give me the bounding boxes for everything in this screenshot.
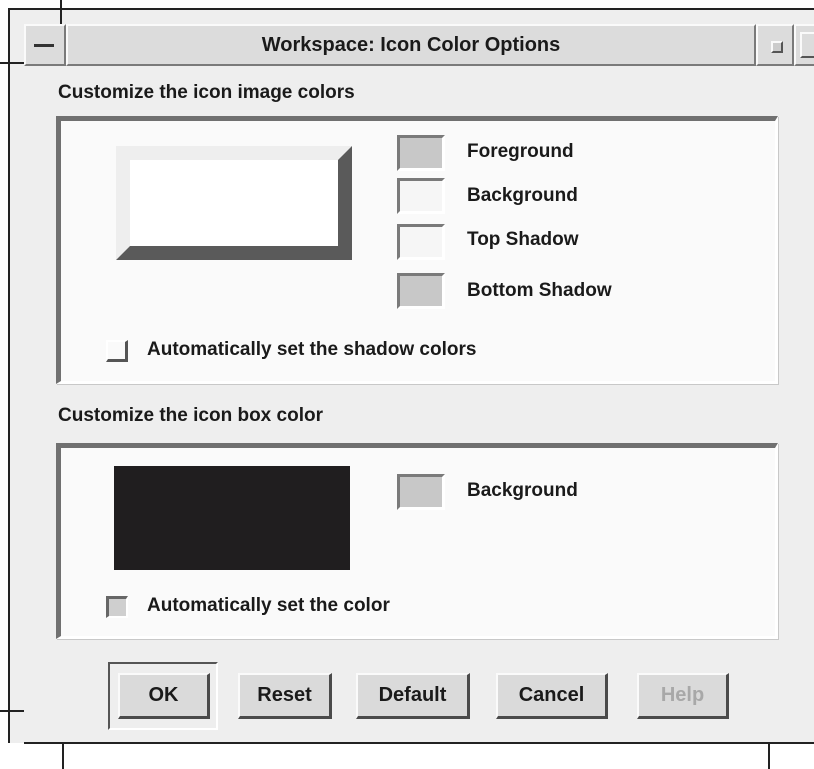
auto-shadow-checkbox[interactable] — [106, 340, 128, 362]
frame-resize-handle-bottom-left[interactable] — [62, 744, 64, 769]
minimize-button[interactable] — [756, 24, 794, 66]
window-menu-button[interactable] — [24, 24, 66, 66]
auto-color-label[interactable]: Automatically set the color — [147, 595, 390, 617]
default-button[interactable]: Default — [356, 673, 470, 719]
window-title[interactable]: Workspace: Icon Color Options — [66, 24, 756, 66]
icon-box-preview — [114, 466, 350, 570]
title-bar[interactable]: Workspace: Icon Color Options — [24, 24, 814, 66]
background-label: Background — [467, 185, 578, 206]
frame-resize-handle-left-bottom[interactable] — [0, 710, 24, 712]
box-background-label: Background — [467, 480, 578, 501]
image-colors-heading: Customize the icon image colors — [58, 82, 355, 103]
icon-image-preview — [116, 146, 352, 260]
ok-button[interactable]: OK — [118, 673, 210, 719]
reset-button[interactable]: Reset — [238, 673, 332, 719]
background-swatch[interactable] — [397, 178, 445, 214]
box-color-heading: Customize the icon box color — [58, 405, 323, 426]
cancel-button[interactable]: Cancel — [496, 673, 608, 719]
top-shadow-swatch[interactable] — [397, 224, 445, 260]
box-background-swatch[interactable] — [397, 474, 445, 510]
auto-shadow-label[interactable]: Automatically set the shadow colors — [147, 339, 476, 361]
maximize-button[interactable] — [794, 24, 814, 66]
minimize-icon — [771, 41, 783, 53]
frame-bottom-edge — [24, 742, 814, 744]
top-shadow-label: Top Shadow — [467, 229, 579, 250]
bottom-shadow-swatch[interactable] — [397, 273, 445, 309]
window-menu-icon — [34, 44, 54, 47]
foreground-label: Foreground — [467, 141, 574, 162]
help-button: Help — [637, 673, 729, 719]
auto-color-checkbox[interactable] — [106, 596, 128, 618]
bottom-shadow-label: Bottom Shadow — [467, 280, 612, 301]
maximize-icon — [800, 32, 814, 58]
frame-resize-handle-bottom-right[interactable] — [768, 744, 770, 769]
frame-resize-handle-top[interactable] — [60, 0, 62, 24]
frame-resize-handle-left-top[interactable] — [0, 62, 24, 64]
foreground-swatch[interactable] — [397, 135, 445, 171]
